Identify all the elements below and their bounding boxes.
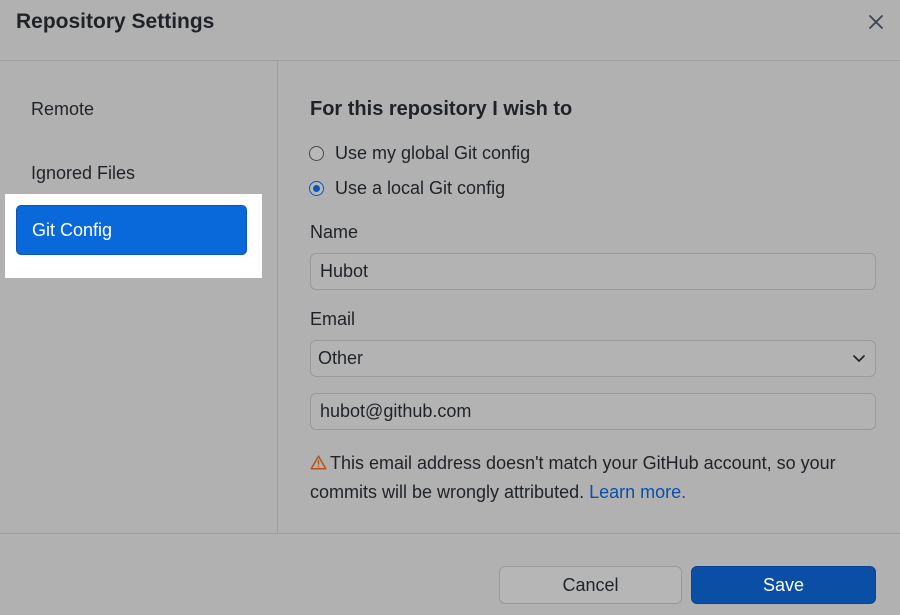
repository-settings-dialog: Repository Settings Remote Ignored Files… (0, 0, 900, 614)
dialog-footer: Cancel Save (0, 533, 900, 615)
cancel-button[interactable]: Cancel (499, 566, 682, 604)
radio-button-local[interactable] (309, 181, 324, 196)
settings-sidebar: Remote Ignored Files Git Config (0, 61, 278, 533)
email-mismatch-warning: This email address doesn't match your Gi… (310, 449, 870, 507)
chevron-down-icon (853, 355, 865, 362)
radio-button-global[interactable] (309, 146, 324, 161)
name-input[interactable]: Hubot (310, 253, 876, 290)
radio-label-global: Use my global Git config (335, 143, 531, 163)
dialog-header: Repository Settings (0, 0, 900, 61)
email-input[interactable]: hubot@github.com (310, 393, 876, 430)
radio-label-local: Use a local Git config (335, 178, 506, 198)
learn-more-link[interactable]: Learn more. (589, 482, 686, 502)
radio-global-git-config[interactable]: Use my global Git config (309, 143, 530, 164)
email-select[interactable]: Other (310, 340, 876, 377)
git-config-panel: For this repository I wish to Use my glo… (279, 61, 900, 533)
warning-icon (310, 455, 327, 470)
name-label: Name (310, 222, 359, 242)
dialog-title: Repository Settings (16, 10, 215, 33)
close-icon (869, 15, 883, 29)
email-label: Email (310, 309, 356, 329)
email-select-value: Other (318, 348, 364, 368)
save-button[interactable]: Save (691, 566, 876, 604)
warning-text: This email address doesn't match your Gi… (310, 453, 836, 502)
close-button[interactable] (864, 10, 888, 34)
sidebar-item-git-config[interactable]: Git Config (16, 205, 247, 255)
radio-local-git-config[interactable]: Use a local Git config (309, 178, 505, 199)
sidebar-item-remote[interactable]: Remote (31, 99, 94, 120)
section-heading: For this repository I wish to (310, 98, 573, 120)
sidebar-selection-highlight: Git Config (5, 194, 262, 278)
sidebar-item-ignored-files[interactable]: Ignored Files (31, 163, 135, 184)
